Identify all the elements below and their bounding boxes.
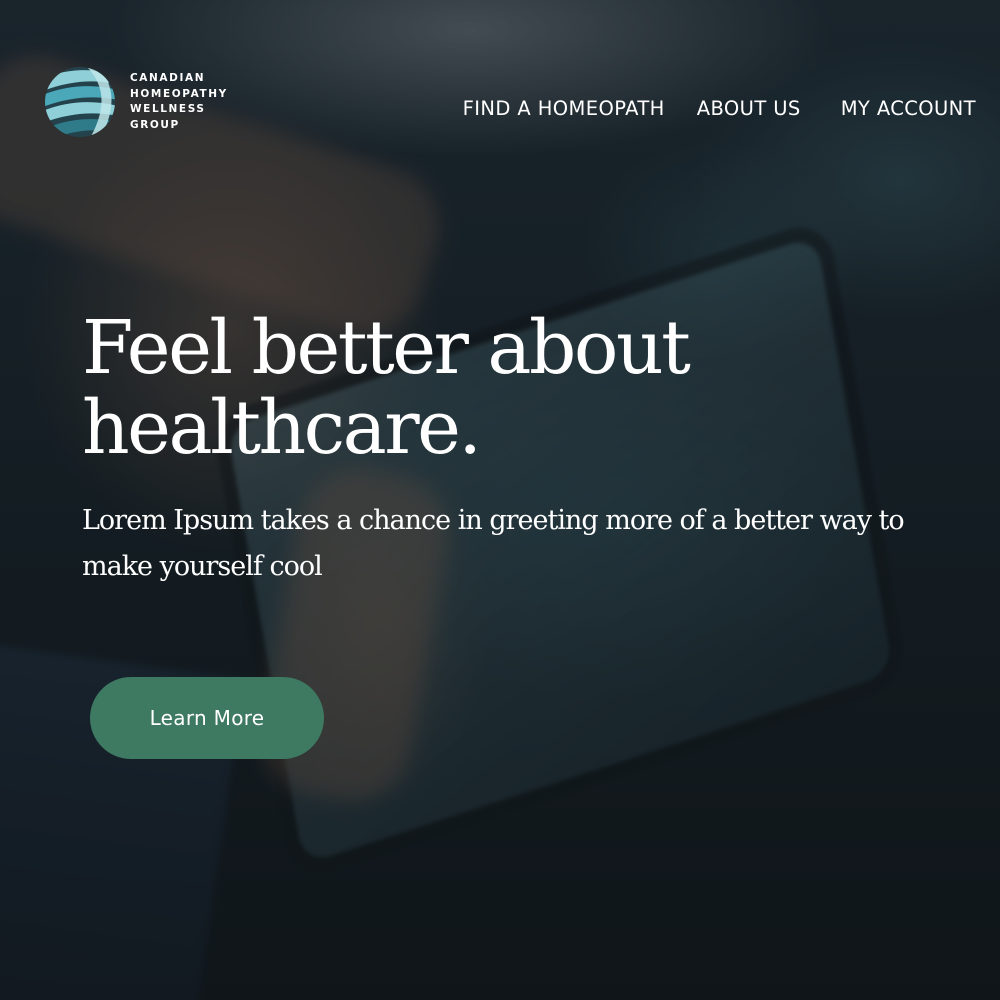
brand-name: CANADIAN HOMEOPATHY WELLNESS GROUP [130,72,228,131]
brand-logo-link[interactable]: CANADIAN HOMEOPATHY WELLNESS GROUP [44,66,250,138]
nav-my-account[interactable]: MY ACCOUNT [841,97,976,120]
main-nav: FIND A HOMEOPATH ABOUT US MY ACCOUNT [463,97,976,120]
hero-headline: Feel better about healthcare. [82,305,691,471]
nav-find-a-homeopath[interactable]: FIND A HOMEOPATH [463,97,665,120]
nav-about-us[interactable]: ABOUT US [697,97,801,120]
hero-subtext: Lorem Ipsum takes a chance in greeting m… [82,505,905,582]
landing-page: CANADIAN HOMEOPATHY WELLNESS GROUP FIND … [0,0,1000,1000]
globe-stripes-logo-icon [45,67,115,137]
learn-more-button[interactable]: Learn More [90,677,324,759]
